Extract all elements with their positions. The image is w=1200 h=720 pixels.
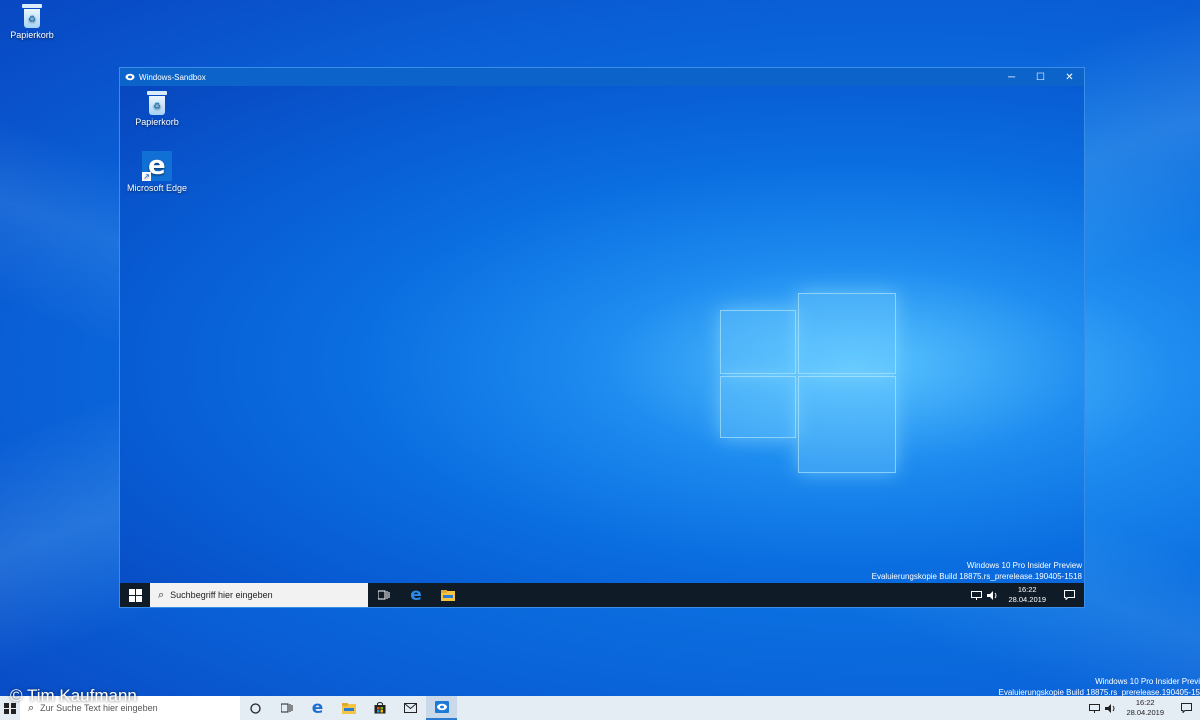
edge-icon: e xyxy=(311,698,324,718)
desktop-icon-label: Papierkorb xyxy=(10,30,54,40)
system-tray: 16:22 28.04.2019 xyxy=(968,583,1084,607)
clock-date: 28.04.2019 xyxy=(1008,595,1046,604)
explorer-taskbar-button[interactable] xyxy=(432,583,464,607)
store-taskbar-button[interactable] xyxy=(364,696,395,720)
sandbox-app-icon xyxy=(125,72,135,82)
cortana-button[interactable] xyxy=(240,696,271,720)
edge-taskbar-button[interactable]: e xyxy=(302,696,333,720)
store-bag-icon xyxy=(374,702,385,714)
taskbar-clock[interactable]: 16:22 28.04.2019 xyxy=(1008,585,1046,605)
mail-icon xyxy=(404,703,417,713)
host-build-watermark: Windows 10 Pro Insider Previ Evaluierung… xyxy=(999,676,1200,698)
host-taskbar: ⌕ Zur Suche Text hier eingeben e 16:22 2… xyxy=(0,696,1200,720)
minimize-button[interactable]: ─ xyxy=(997,68,1026,86)
folder-icon xyxy=(441,589,455,601)
folder-icon xyxy=(341,702,356,714)
search-placeholder: Suchbegriff hier eingeben xyxy=(170,590,273,600)
sandbox-window[interactable]: Windows-Sandbox ─ ☐ ✕ ♻ Papierkorb e ↗ Mi… xyxy=(119,67,1085,608)
cortana-icon xyxy=(250,702,261,714)
volume-icon[interactable] xyxy=(984,583,1000,607)
task-view-button[interactable] xyxy=(271,696,302,720)
watermark-line: Evaluierungskopie Build 18875.rs_prerele… xyxy=(871,572,1082,581)
edge-taskbar-button[interactable]: e xyxy=(400,583,432,607)
windows-start-icon xyxy=(128,588,142,602)
task-view-icon xyxy=(280,703,292,713)
window-title: Windows-Sandbox xyxy=(139,72,206,82)
watermark-line: Windows 10 Pro Insider Previ xyxy=(1095,677,1200,686)
edge-icon: e ↗ xyxy=(142,151,172,181)
watermark-line: Windows 10 Pro Insider Preview xyxy=(966,561,1082,570)
task-view-button[interactable] xyxy=(368,583,400,607)
sandbox-icon-edge[interactable]: e ↗ Microsoft Edge xyxy=(125,151,189,193)
edge-icon: e xyxy=(410,585,422,605)
sandbox-icon-recycle-bin[interactable]: ♻ Papierkorb xyxy=(125,91,189,127)
build-watermark: Windows 10 Pro Insider Preview Evaluieru… xyxy=(872,560,1082,582)
search-icon: ⌕ xyxy=(158,588,165,601)
clock-date: 28.04.2019 xyxy=(1126,708,1164,717)
search-box[interactable]: ⌕ Suchbegriff hier eingeben xyxy=(150,583,368,607)
volume-icon[interactable] xyxy=(1102,696,1118,720)
action-center-button[interactable] xyxy=(1172,696,1200,720)
notification-icon xyxy=(1063,590,1075,600)
network-icon[interactable] xyxy=(1086,696,1102,720)
photo-credit: © Tim Kaufmann xyxy=(10,686,137,705)
sandbox-taskbar: ⌕ Suchbegriff hier eingeben e 16:22 28.0… xyxy=(120,583,1084,607)
system-tray: 16:22 28.04.2019 xyxy=(1086,696,1200,720)
sandbox-taskbar-button[interactable] xyxy=(426,696,457,720)
clock-time: 16:22 xyxy=(1017,585,1037,594)
explorer-taskbar-button[interactable] xyxy=(333,696,364,720)
window-titlebar[interactable]: Windows-Sandbox ─ ☐ ✕ xyxy=(120,68,1084,86)
close-button[interactable]: ✕ xyxy=(1055,68,1084,86)
task-view-icon xyxy=(378,590,390,600)
taskbar-clock[interactable]: 16:22 28.04.2019 xyxy=(1126,698,1164,718)
desktop-icon-recycle-bin[interactable]: ♻ Papierkorb xyxy=(0,4,64,40)
sandbox-app-icon xyxy=(434,701,449,713)
mail-taskbar-button[interactable] xyxy=(395,696,426,720)
network-icon[interactable] xyxy=(968,583,984,607)
start-button[interactable] xyxy=(120,583,150,607)
recycle-bin-icon: ♻ xyxy=(146,91,168,115)
maximize-button[interactable]: ☐ xyxy=(1026,68,1055,86)
desktop-icon-label: Microsoft Edge xyxy=(126,183,188,193)
recycle-bin-icon: ♻ xyxy=(21,4,43,28)
notification-icon xyxy=(1180,703,1192,713)
clock-time: 16:22 xyxy=(1135,698,1155,707)
desktop-icon-label: Papierkorb xyxy=(135,117,179,127)
action-center-button[interactable] xyxy=(1054,583,1084,607)
